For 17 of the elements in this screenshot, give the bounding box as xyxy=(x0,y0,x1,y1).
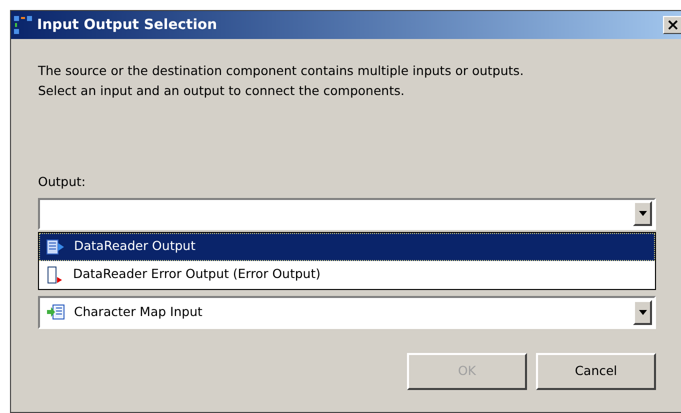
close-button[interactable]: × xyxy=(663,16,681,34)
dropdown-option[interactable]: DataReader Output xyxy=(39,232,655,261)
input-value: Character Map Input xyxy=(74,302,204,321)
dropdown-arrow-icon xyxy=(638,310,646,315)
dropdown-option[interactable]: DataReader Error Output (Error Output) xyxy=(39,260,655,289)
window-title: Input Output Selection xyxy=(37,16,218,34)
input-combo-box[interactable]: Character Map Input xyxy=(38,296,656,329)
dropdown-button[interactable] xyxy=(633,201,652,226)
output-combo-box[interactable] xyxy=(38,198,656,230)
app-icon xyxy=(13,15,33,35)
input-icon xyxy=(46,304,66,320)
output-icon xyxy=(46,238,66,255)
output-label: Output: xyxy=(38,173,86,191)
description-text: The source or the destination component contains multiple inputs or outputs. Select an input and an output to connect the components. xyxy=(38,62,525,100)
dialog-button[interactable]: Cancel xyxy=(536,352,656,390)
dropdown-button[interactable] xyxy=(633,300,652,325)
dropdown-arrow-icon xyxy=(638,211,646,216)
